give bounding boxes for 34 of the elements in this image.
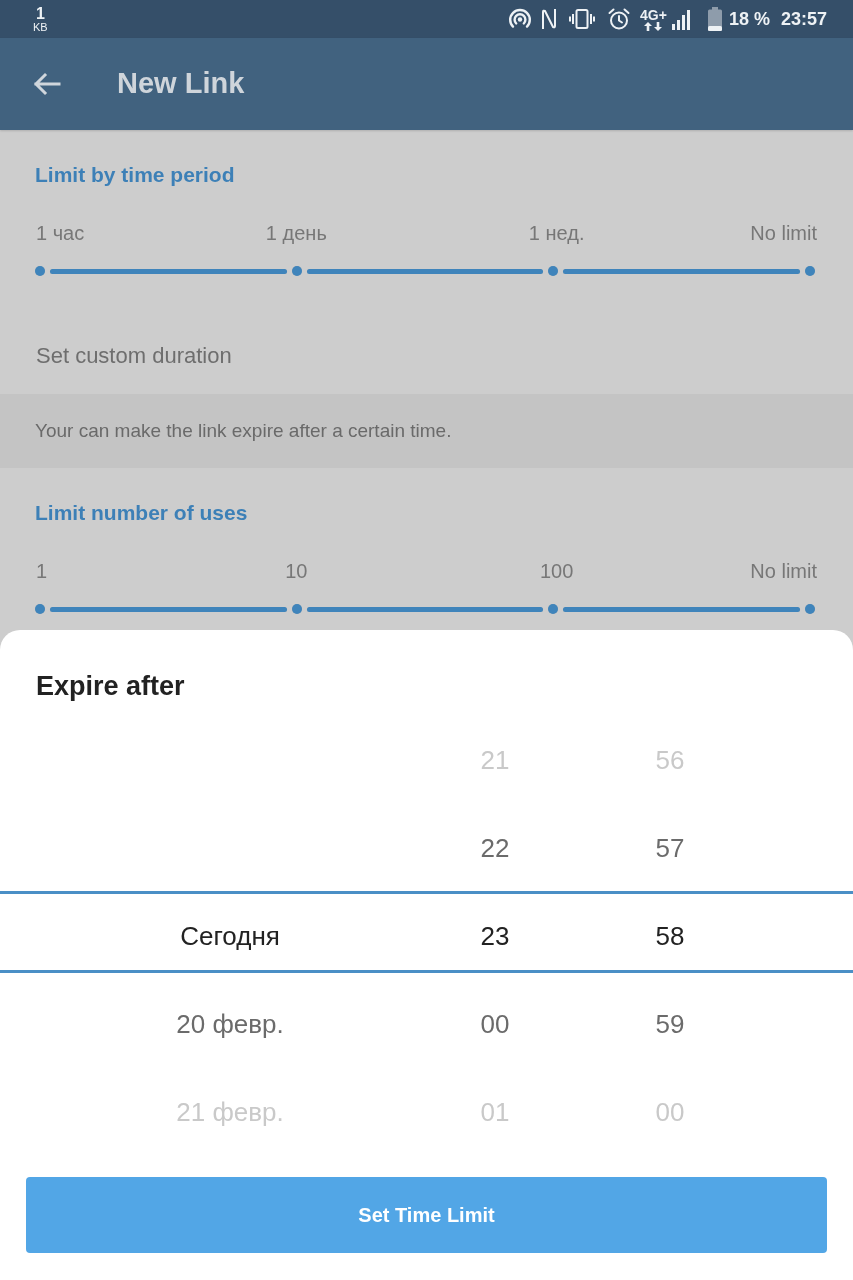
network-type-label: 4G+ [640,7,667,22]
slider-stop-label: No limit [750,559,817,584]
picker-value[interactable]: 22 [480,828,510,868]
vibrate-icon [569,8,596,30]
picker-value[interactable]: 23 [480,916,510,956]
picker-value[interactable]: Сегодня [180,916,280,956]
slider-stop-label: No limit [750,221,817,246]
custom-duration-item[interactable]: Set custom duration [36,338,232,372]
battery-percent: 18 % [728,7,770,31]
battery-icon [707,7,722,31]
picker-value[interactable]: 57 [655,828,685,868]
slider-stop-label: 100 [539,559,574,584]
slider-stop-label: 1 [36,559,48,584]
sheet-title: Expire after [36,670,185,703]
network-speed-unit: KB [33,20,48,33]
section-title: Limit number of uses [35,500,248,526]
slider-stop-label: 10 [285,559,308,584]
network-speed-value: 1 [35,5,45,21]
picker-value[interactable]: 00 [480,1004,510,1044]
slider-stop-label: 1 час [36,221,85,246]
clock-time: 23:57 [780,7,827,31]
data-arrows-icon [644,21,663,31]
alarm-clock-icon [607,7,632,31]
hotspot-icon [508,7,533,31]
slider-stop-label: 1 нед. [528,221,585,246]
picker-value[interactable]: 59 [655,1004,685,1044]
slider-stop-label: 1 день [265,221,327,246]
info-text: Your can make the link expire after a certain time. [35,418,452,443]
section-title: Limit by time period [35,162,235,188]
back-arrow-icon [33,72,61,96]
nfc-icon [541,8,558,30]
picker-value[interactable]: 58 [655,916,685,956]
picker-value[interactable]: 20 февр. [176,1004,284,1044]
screen-title: New Link [117,66,245,102]
